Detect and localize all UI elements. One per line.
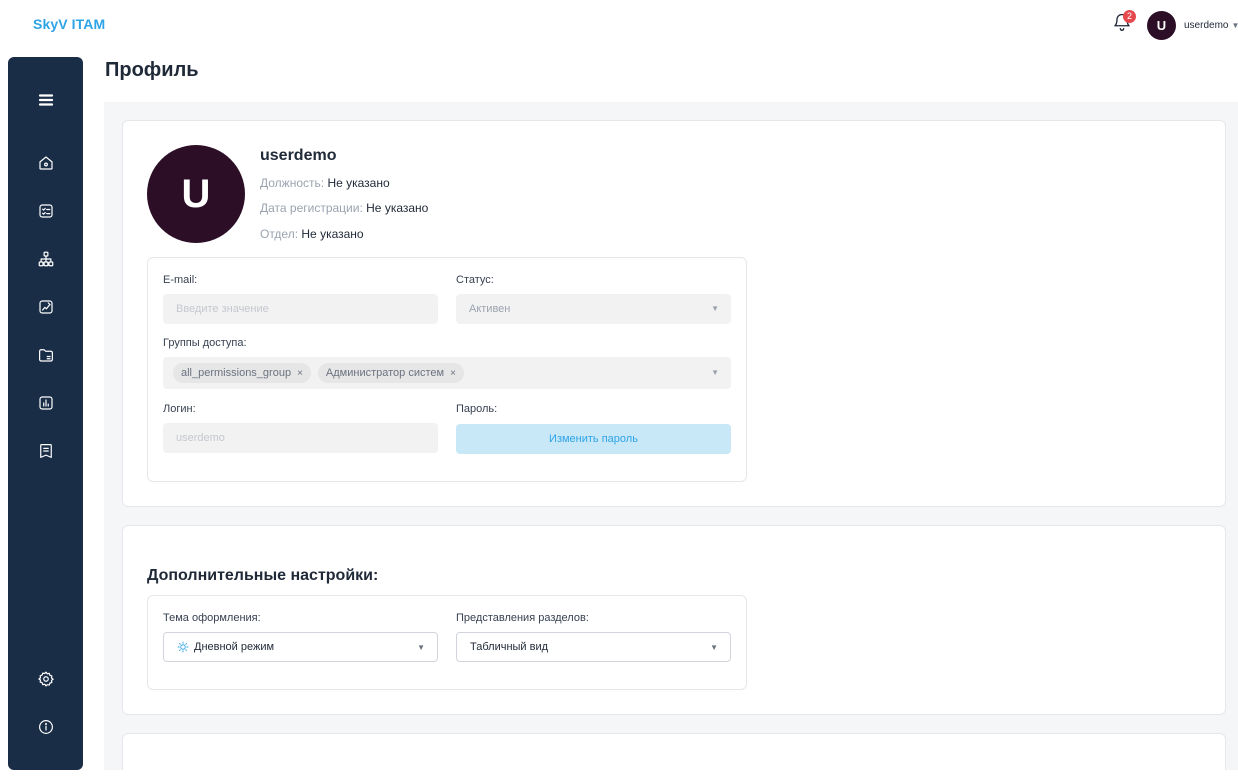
- sun-icon: [177, 641, 189, 653]
- settings-card: Дополнительные настройки: Тема оформлени…: [122, 525, 1226, 715]
- chevron-down-icon: ▼: [1231, 20, 1238, 30]
- profile-card: U userdemo Должность: Не указано Дата ре…: [122, 120, 1226, 507]
- settings-form: Тема оформления: Дневной режим ▼ Предста…: [147, 595, 747, 690]
- position-row: Должность: Не указано: [260, 176, 390, 190]
- chevron-down-icon: ▼: [417, 643, 425, 652]
- sidebar-item-info[interactable]: [34, 715, 58, 739]
- bar-chart-icon: [39, 396, 53, 410]
- status-select[interactable]: Активен ▼: [456, 294, 731, 324]
- gear-icon: [38, 671, 54, 687]
- next-card: [122, 733, 1226, 770]
- department-value: Не указано: [301, 227, 364, 241]
- view-label: Представления разделов:: [456, 612, 589, 624]
- email-field[interactable]: Введите значение: [163, 294, 438, 324]
- department-label: Отдел:: [260, 227, 299, 241]
- top-bar: SkyV ITAM 2 U userdemo ▼: [0, 0, 1238, 48]
- registration-label: Дата регистрации:: [260, 201, 363, 215]
- group-tag: all_permissions_group ×: [173, 363, 311, 383]
- theme-select[interactable]: Дневной режим ▼: [163, 632, 438, 662]
- position-value: Не указано: [327, 176, 390, 190]
- theme-value: Дневной режим: [194, 641, 275, 653]
- edit-chart-icon: [39, 300, 53, 314]
- view-value: Табличный вид: [470, 641, 549, 653]
- main-content: U userdemo Должность: Не указано Дата ре…: [104, 102, 1238, 770]
- group-tag: Администратор систем ×: [317, 363, 464, 383]
- menu-icon: [38, 94, 54, 106]
- folder-icon: [39, 349, 53, 362]
- remove-tag-icon[interactable]: ×: [297, 368, 303, 379]
- sidebar-menu-toggle[interactable]: [34, 88, 58, 112]
- status-value: Активен: [469, 303, 511, 315]
- status-label: Статус:: [456, 274, 494, 286]
- profile-form: E-mail: Введите значение Статус: Активен…: [147, 257, 747, 482]
- registration-row: Дата регистрации: Не указано: [260, 201, 428, 215]
- password-label: Пароль:: [456, 403, 498, 415]
- chevron-down-icon: ▼: [710, 643, 718, 652]
- groups-select[interactable]: all_permissions_group × Администратор си…: [163, 357, 731, 389]
- hierarchy-icon: [38, 251, 54, 267]
- group-tag-label: Администратор систем: [325, 367, 445, 379]
- avatar: U: [1147, 10, 1176, 40]
- view-select[interactable]: Табличный вид ▼: [456, 632, 731, 662]
- chevron-down-icon: ▼: [711, 368, 719, 377]
- department-row: Отдел: Не указано: [260, 227, 364, 241]
- profile-name: userdemo: [260, 147, 337, 164]
- sidebar: [8, 57, 83, 770]
- theme-label: Тема оформления:: [163, 612, 261, 624]
- sidebar-item-documents[interactable]: [34, 343, 58, 367]
- position-label: Должность:: [260, 176, 325, 190]
- remove-tag-icon[interactable]: ×: [450, 368, 456, 379]
- home-icon: [39, 156, 53, 170]
- page-title: Профиль: [105, 59, 199, 81]
- change-password-button[interactable]: Изменить пароль: [456, 424, 731, 454]
- login-label: Логин:: [163, 403, 196, 415]
- app-brand[interactable]: SkyV ITAM: [33, 16, 105, 32]
- document-icon: [40, 444, 52, 458]
- sidebar-item-reports-edit[interactable]: [34, 295, 58, 319]
- settings-title: Дополнительные настройки:: [147, 567, 379, 584]
- sidebar-item-analytics[interactable]: [34, 391, 58, 415]
- chevron-down-icon: ▼: [711, 304, 719, 313]
- sidebar-item-tasks[interactable]: [34, 199, 58, 223]
- sidebar-item-settings[interactable]: [34, 667, 58, 691]
- login-field[interactable]: userdemo: [163, 423, 438, 453]
- notification-badge: 2: [1123, 10, 1136, 23]
- user-menu[interactable]: U userdemo ▼: [1147, 10, 1238, 40]
- groups-label: Группы доступа:: [163, 337, 247, 349]
- sidebar-item-registry[interactable]: [34, 439, 58, 463]
- info-icon: [39, 720, 53, 734]
- sidebar-item-home[interactable]: [34, 151, 58, 175]
- registration-value: Не указано: [366, 201, 429, 215]
- checklist-icon: [39, 204, 53, 218]
- email-label: E-mail:: [163, 274, 198, 286]
- notifications-button[interactable]: 2: [1112, 10, 1136, 34]
- profile-avatar: U: [147, 145, 245, 243]
- user-name: userdemo: [1184, 19, 1229, 31]
- group-tag-label: all_permissions_group: [181, 367, 292, 379]
- sidebar-item-structure[interactable]: [34, 247, 58, 271]
